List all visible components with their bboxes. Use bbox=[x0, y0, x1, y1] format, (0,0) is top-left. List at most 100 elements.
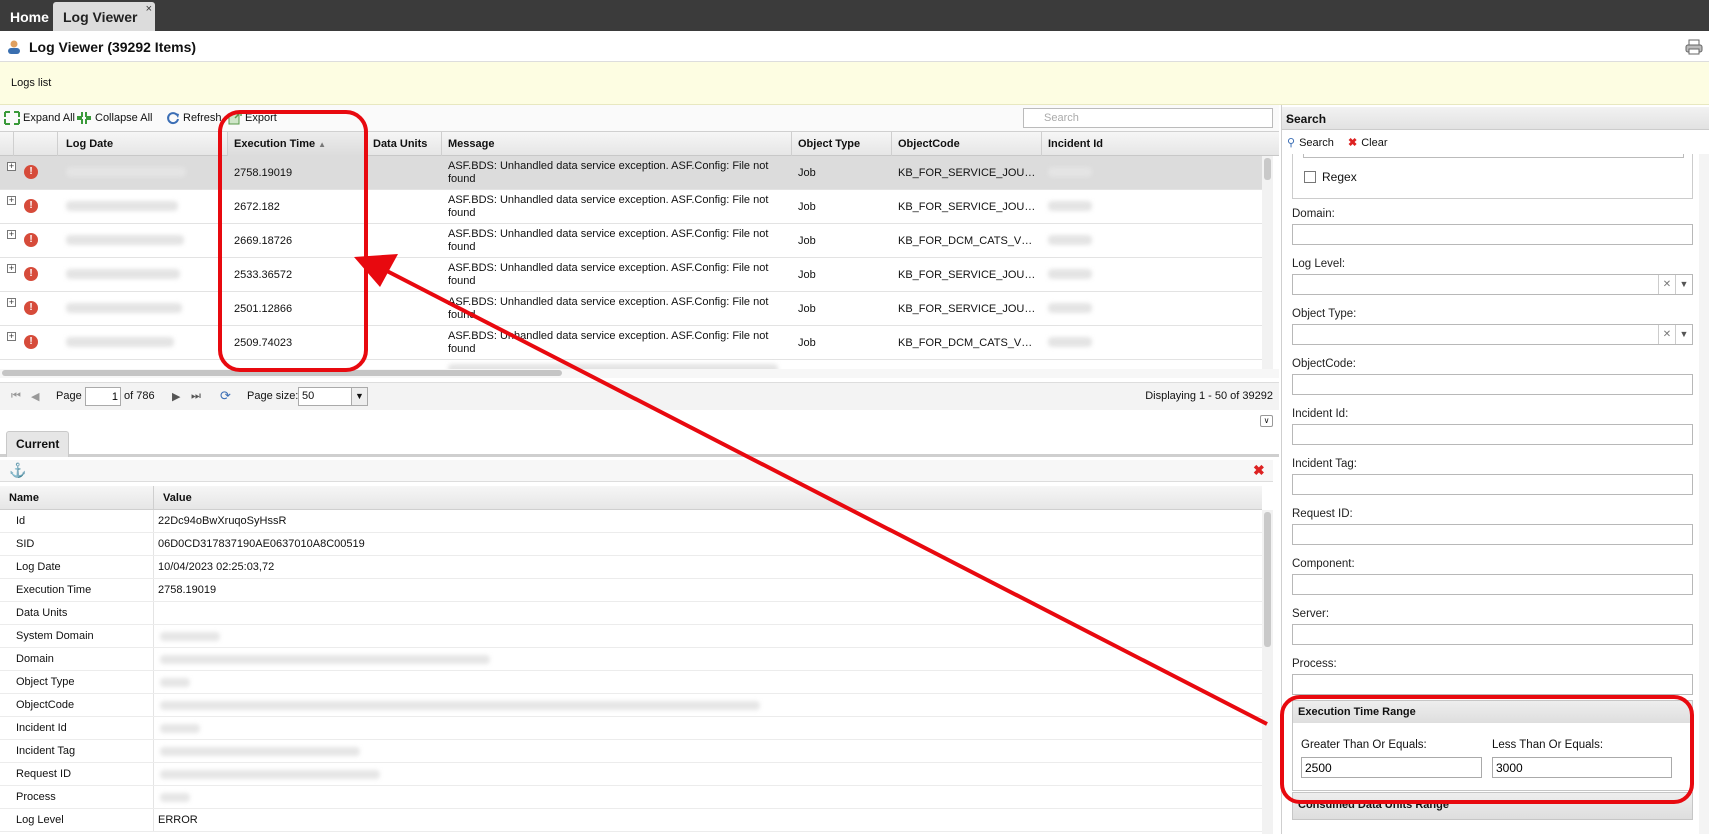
search-field-input[interactable] bbox=[1292, 674, 1693, 695]
table-row-partial[interactable] bbox=[0, 360, 1262, 369]
expand-row-icon[interactable]: + bbox=[7, 332, 16, 341]
property-row[interactable]: Log Level ERROR bbox=[0, 809, 1262, 832]
scroll-thumb[interactable] bbox=[1264, 158, 1271, 180]
property-value-redacted bbox=[160, 770, 380, 779]
property-name: SID bbox=[0, 533, 154, 555]
export-icon bbox=[228, 111, 242, 125]
table-row[interactable]: +! 2509.74023 ASF.BDS: Unhandled data serv… bbox=[0, 326, 1262, 360]
expand-row-icon[interactable]: + bbox=[7, 230, 16, 239]
header-object-code[interactable]: ObjectCode bbox=[892, 132, 1042, 156]
reload-icon[interactable]: ⟳ bbox=[220, 388, 231, 404]
property-row[interactable]: Execution Time 2758.19019 bbox=[0, 579, 1262, 602]
last-page-icon[interactable]: ⏭ bbox=[191, 390, 201, 403]
expand-row-icon[interactable]: + bbox=[7, 264, 16, 273]
property-grid: Id 22Dc94oBwXruqoSyHssR SID 06D0CD317837190… bbox=[0, 510, 1262, 834]
header-message[interactable]: Message bbox=[442, 132, 792, 156]
tab-close-icon[interactable]: × bbox=[146, 0, 152, 24]
expand-row-icon[interactable]: + bbox=[7, 196, 16, 205]
table-row[interactable]: +! 2758.19019 ASF.BDS: Unhandled data serv… bbox=[0, 156, 1262, 190]
search-field-input[interactable] bbox=[1292, 524, 1693, 545]
search-button-label: Search bbox=[1299, 136, 1334, 149]
header-execution-time[interactable]: Execution Time ▲ bbox=[228, 132, 367, 156]
property-row[interactable]: Incident Tag bbox=[0, 740, 1262, 763]
exec-time-gte-input[interactable] bbox=[1301, 757, 1482, 778]
property-row[interactable]: SID 06D0CD317837190AE0637010A8C00519 bbox=[0, 533, 1262, 556]
property-value-redacted bbox=[160, 655, 490, 664]
header-object-type[interactable]: Object Type bbox=[792, 132, 892, 156]
property-row[interactable]: Incident Id bbox=[0, 717, 1262, 740]
title-bar: Log Viewer (39292 Items) bbox=[0, 31, 1709, 62]
tab-current[interactable]: Current bbox=[6, 431, 70, 457]
search-field-input[interactable] bbox=[1292, 424, 1693, 445]
property-row[interactable]: Process bbox=[0, 786, 1262, 809]
header-expand-col bbox=[0, 132, 14, 156]
header-incident-id[interactable]: Incident Id bbox=[1042, 132, 1279, 156]
search-field-input[interactable] bbox=[1292, 324, 1693, 345]
property-row[interactable]: Object Type bbox=[0, 671, 1262, 694]
table-row[interactable]: +! 2669.18726 ASF.BDS: Unhandled data serv… bbox=[0, 224, 1262, 258]
field-label: Incident Id: bbox=[1292, 408, 1349, 420]
page-number-input[interactable] bbox=[85, 387, 121, 406]
property-row[interactable]: Log Date 10/04/2023 02:25:03,72 bbox=[0, 556, 1262, 579]
next-page-icon[interactable]: ▶ bbox=[172, 390, 180, 403]
expand-all-button[interactable]: Expand All bbox=[4, 111, 75, 125]
search-field-input[interactable] bbox=[1292, 624, 1693, 645]
clear-button[interactable]: ✖ Clear bbox=[1348, 136, 1388, 150]
property-value: ERROR bbox=[158, 814, 198, 826]
property-row[interactable]: Id 22Dc94oBwXruqoSyHssR bbox=[0, 510, 1262, 533]
table-row[interactable]: +! 2672.182 ASF.BDS: Unhandled data servic… bbox=[0, 190, 1262, 224]
export-button[interactable]: Export bbox=[228, 111, 277, 125]
page-size-select[interactable]: 50 ▼ bbox=[298, 387, 368, 406]
scroll-thumb[interactable] bbox=[1264, 512, 1271, 647]
property-scrollbar[interactable] bbox=[1262, 510, 1273, 834]
header-log-date[interactable]: Log Date bbox=[58, 132, 228, 156]
table-row[interactable]: +! 2533.36572 ASF.BDS: Unhandled data serv… bbox=[0, 258, 1262, 292]
property-row[interactable]: Request ID bbox=[0, 763, 1262, 786]
expand-row-icon[interactable]: + bbox=[7, 162, 16, 171]
search-field-input[interactable] bbox=[1292, 474, 1693, 495]
log-date-cell-redacted bbox=[66, 337, 174, 347]
search-field-input[interactable] bbox=[1292, 274, 1693, 295]
message-input-edge[interactable] bbox=[1303, 154, 1684, 158]
object-type-cell: Job bbox=[798, 336, 816, 349]
property-row[interactable]: ObjectCode bbox=[0, 694, 1262, 717]
anchor-icon[interactable]: ⚓ bbox=[9, 462, 26, 479]
property-row[interactable]: System Domain bbox=[0, 625, 1262, 648]
collapse-all-button[interactable]: Collapse All bbox=[76, 111, 152, 125]
regex-checkbox[interactable] bbox=[1304, 171, 1316, 183]
data-units-range-title[interactable]: Consumed Data Units Range bbox=[1292, 792, 1693, 820]
grid-horizontal-scrollbar[interactable] bbox=[0, 369, 1279, 378]
close-icon[interactable]: ✖ bbox=[1253, 463, 1267, 477]
search-panel-scrollbar[interactable] bbox=[1699, 154, 1709, 834]
clear-selection-icon[interactable]: ✕ bbox=[1658, 275, 1675, 294]
exec-time-lte-input[interactable] bbox=[1492, 757, 1672, 778]
grid-search-input[interactable] bbox=[1023, 108, 1273, 128]
search-field-input[interactable] bbox=[1292, 374, 1693, 395]
search-field-input[interactable] bbox=[1292, 224, 1693, 245]
clear-selection-icon[interactable]: ✕ bbox=[1658, 325, 1675, 344]
property-row[interactable]: Data Units bbox=[0, 602, 1262, 625]
header-data-units[interactable]: Data Units bbox=[367, 132, 442, 156]
grid-vertical-scrollbar[interactable] bbox=[1262, 156, 1273, 369]
search-field-input[interactable] bbox=[1292, 574, 1693, 595]
refresh-button[interactable]: Refresh bbox=[166, 111, 222, 125]
search-button[interactable]: ⚲ Search bbox=[1287, 136, 1334, 150]
property-value: 22Dc94oBwXruqoSyHssR bbox=[158, 515, 287, 527]
property-row[interactable]: Domain bbox=[0, 648, 1262, 671]
tab-log-viewer[interactable]: Log Viewer × bbox=[53, 2, 155, 31]
message-cell: ASF.BDS: Unhandled data service exceptio… bbox=[448, 295, 769, 321]
first-page-icon[interactable]: ⏮ bbox=[11, 390, 21, 403]
chevron-down-icon[interactable]: ▼ bbox=[1675, 275, 1692, 294]
chevron-down-icon[interactable]: ▼ bbox=[1675, 325, 1692, 344]
collapse-panel-icon[interactable]: ∨ bbox=[1260, 415, 1273, 427]
tab-home[interactable]: Home bbox=[0, 2, 50, 31]
table-row[interactable]: +! 2501.12866 ASF.BDS: Unhandled data serv… bbox=[0, 292, 1262, 326]
prev-page-icon[interactable]: ◀ bbox=[31, 390, 39, 403]
collapse-all-label: Collapse All bbox=[95, 112, 153, 124]
displaying-text: Displaying 1 - 50 of 39292 bbox=[1145, 390, 1273, 402]
expand-row-icon[interactable]: + bbox=[7, 298, 16, 307]
print-icon[interactable] bbox=[1685, 39, 1703, 55]
scroll-thumb[interactable] bbox=[2, 370, 562, 376]
error-icon: ! bbox=[24, 233, 38, 247]
panel-collapse-icon[interactable]: › bbox=[1286, 111, 1709, 125]
